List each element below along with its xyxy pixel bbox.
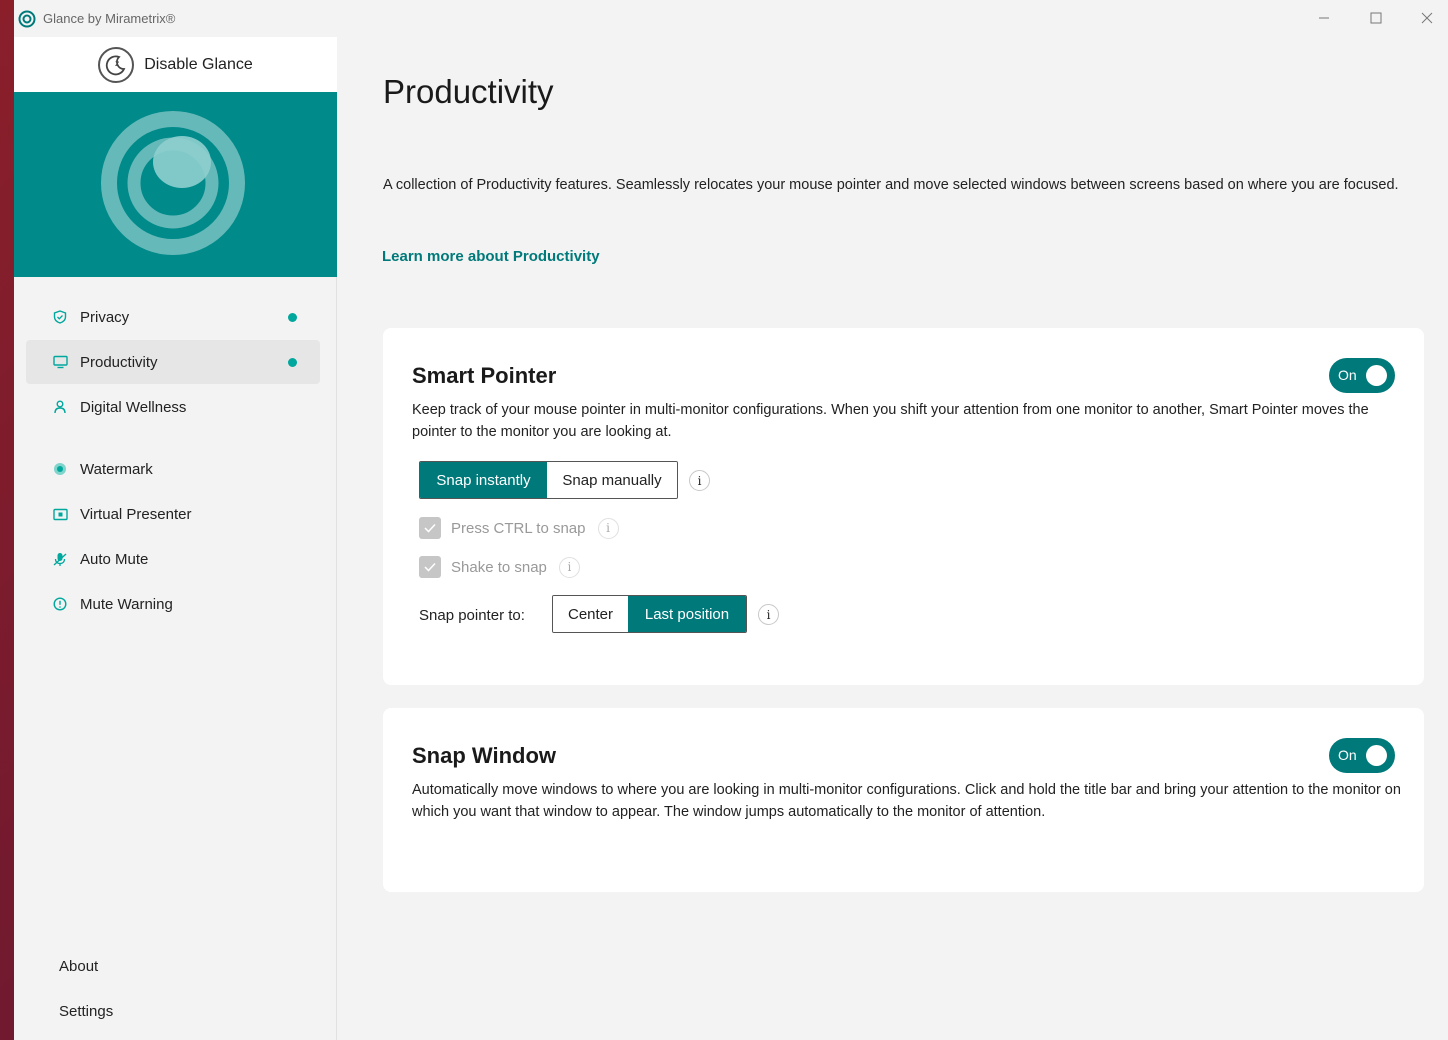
page-title: Productivity	[383, 73, 554, 110]
press-ctrl-checkbox-row: Press CTRL to snap i	[419, 517, 619, 539]
title-bar: Glance by Mirametrix®	[14, 0, 1448, 37]
snap-window-toggle[interactable]: On	[1329, 738, 1395, 773]
sidebar-item-auto-mute[interactable]: Auto Mute	[26, 537, 320, 581]
info-icon[interactable]: i	[558, 556, 580, 578]
about-link[interactable]: About	[59, 958, 98, 975]
info-icon[interactable]: i	[689, 470, 710, 491]
sidebar-item-label: Mute Warning	[80, 595, 173, 613]
shake-checkbox-row: Shake to snap i	[419, 556, 580, 578]
warning-circle-icon	[52, 596, 68, 612]
person-icon	[52, 399, 68, 415]
main-content: Productivity A collection of Productivit…	[338, 37, 1448, 1040]
status-dot	[288, 357, 297, 367]
snap-mode-segmented-control: Snap instantly Snap manually	[419, 461, 678, 499]
mic-mute-icon	[52, 551, 68, 567]
sidebar-item-label: Virtual Presenter	[80, 505, 192, 523]
sidebar-item-watermark[interactable]: Watermark	[26, 447, 320, 491]
sidebar-item-label: Watermark	[80, 460, 153, 478]
checkmark-icon	[424, 523, 436, 533]
snap-window-description: Automatically move windows to where you …	[412, 782, 1401, 820]
disable-glance-label: Disable Glance	[144, 55, 253, 73]
monitor-icon	[52, 354, 68, 370]
snap-instantly-button[interactable]: Snap instantly	[420, 462, 547, 498]
snap-pointer-to-segmented-control: Center Last position	[552, 595, 747, 633]
snap-window-title: Snap Window	[412, 743, 557, 768]
app-window: Glance by Mirametrix® z Disable Glance P…	[14, 0, 1448, 1040]
checkmark-icon	[424, 562, 436, 572]
status-dot	[288, 312, 297, 322]
smart-pointer-card: Smart Pointer On Keep track of your mous…	[383, 328, 1424, 685]
svg-text:z: z	[115, 59, 119, 68]
sidebar-item-mute-warning[interactable]: Mute Warning	[26, 582, 320, 626]
presenter-icon	[52, 506, 68, 522]
toggle-label: On	[1338, 747, 1357, 763]
smart-pointer-title: Smart Pointer	[412, 363, 557, 388]
disable-glance-button[interactable]: z Disable Glance	[14, 37, 337, 92]
page-description: A collection of Productivity features. S…	[383, 177, 1399, 193]
shield-icon	[52, 309, 68, 325]
glance-logo-icon	[18, 10, 36, 28]
center-button[interactable]: Center	[553, 596, 628, 632]
press-ctrl-label: Press CTRL to snap	[451, 519, 586, 537]
sidebar-item-label: Auto Mute	[80, 550, 149, 568]
sidebar: z Disable Glance Privacy Productivity Di…	[14, 37, 337, 1040]
snap-manually-button[interactable]: Snap manually	[547, 462, 677, 498]
last-position-button[interactable]: Last position	[628, 596, 746, 632]
glance-hero-logo-icon	[101, 111, 245, 255]
info-icon[interactable]: i	[758, 604, 779, 625]
info-icon[interactable]: i	[597, 517, 619, 539]
window-title: Glance by Mirametrix®	[43, 11, 176, 26]
close-button[interactable]	[1415, 8, 1439, 28]
hero-banner	[14, 92, 337, 277]
sidebar-item-label: Privacy	[80, 308, 130, 326]
sidebar-item-digital-wellness[interactable]: Digital Wellness	[26, 385, 320, 429]
shake-label: Shake to snap	[451, 558, 547, 576]
sidebar-item-label: Digital Wellness	[80, 398, 187, 416]
toggle-knob	[1366, 365, 1387, 386]
settings-link[interactable]: Settings	[59, 1003, 113, 1020]
shake-checkbox[interactable]	[419, 556, 441, 578]
maximize-icon	[1370, 12, 1382, 24]
sleep-moon-icon: z	[98, 46, 135, 83]
sidebar-item-label: Productivity	[80, 353, 158, 371]
flower-icon	[52, 461, 68, 477]
minimize-button[interactable]	[1312, 8, 1336, 28]
toggle-label: On	[1338, 367, 1357, 383]
sidebar-item-privacy[interactable]: Privacy	[26, 295, 320, 339]
toggle-knob	[1366, 745, 1387, 766]
maximize-button[interactable]	[1364, 8, 1388, 28]
press-ctrl-checkbox[interactable]	[419, 517, 441, 539]
smart-pointer-toggle[interactable]: On	[1329, 358, 1395, 393]
close-icon	[1421, 12, 1433, 24]
snap-window-card: Snap Window On Automatically move window…	[383, 708, 1424, 892]
snap-pointer-to-label: Snap pointer to:	[419, 607, 525, 624]
sidebar-item-virtual-presenter[interactable]: Virtual Presenter	[26, 492, 320, 536]
minimize-icon	[1319, 17, 1329, 19]
learn-more-link[interactable]: Learn more about Productivity	[382, 248, 600, 265]
smart-pointer-description: Keep track of your mouse pointer in mult…	[412, 402, 1369, 440]
sidebar-item-productivity[interactable]: Productivity	[26, 340, 320, 384]
